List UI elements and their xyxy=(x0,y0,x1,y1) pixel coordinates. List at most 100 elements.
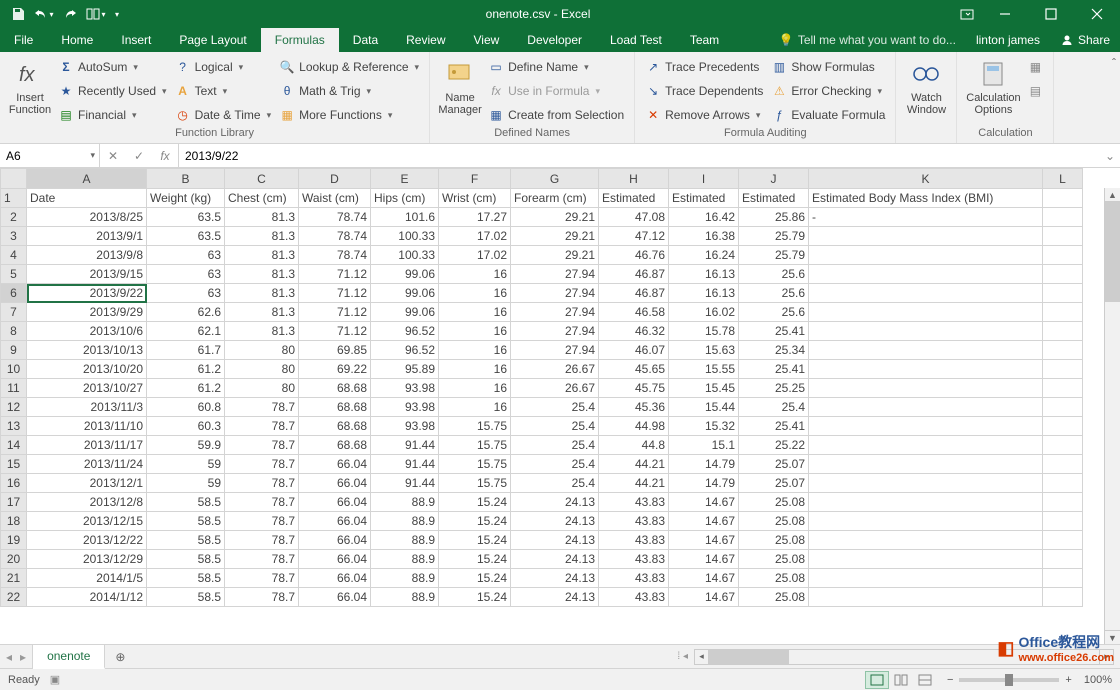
cell[interactable]: 66.04 xyxy=(299,569,371,588)
cell[interactable] xyxy=(1043,189,1083,208)
row-header-7[interactable]: 7 xyxy=(1,303,27,322)
cell[interactable]: 24.13 xyxy=(511,512,599,531)
cell[interactable]: 29.21 xyxy=(511,208,599,227)
cell[interactable]: 25.4 xyxy=(511,455,599,474)
cell[interactable]: 16.13 xyxy=(669,284,739,303)
cell[interactable]: 101.6 xyxy=(371,208,439,227)
col-header-B[interactable]: B xyxy=(147,169,225,189)
tab-file[interactable]: File xyxy=(0,28,47,52)
cell[interactable]: 81.3 xyxy=(225,322,299,341)
cell[interactable]: 14.67 xyxy=(669,531,739,550)
cell[interactable] xyxy=(1043,303,1083,322)
cell[interactable]: 25.22 xyxy=(739,436,809,455)
cell[interactable]: 58.5 xyxy=(147,531,225,550)
cell[interactable]: 2013/11/24 xyxy=(27,455,147,474)
redo-button[interactable] xyxy=(58,3,82,25)
cell[interactable]: Estimated xyxy=(669,189,739,208)
cell[interactable] xyxy=(809,588,1043,607)
trace-precedents-button[interactable]: ↗Trace Precedents xyxy=(641,56,767,78)
cell[interactable]: 66.04 xyxy=(299,455,371,474)
calc-sheet-button[interactable]: ▤ xyxy=(1023,80,1047,102)
logical-button[interactable]: ?Logical▾ xyxy=(171,56,276,78)
cell[interactable] xyxy=(809,569,1043,588)
select-all[interactable] xyxy=(1,169,27,189)
cell[interactable]: 47.12 xyxy=(599,227,669,246)
row-header-17[interactable]: 17 xyxy=(1,493,27,512)
cell[interactable] xyxy=(1043,474,1083,493)
cell[interactable]: 2013/8/25 xyxy=(27,208,147,227)
cell[interactable]: 63.5 xyxy=(147,227,225,246)
cell[interactable]: 2013/12/22 xyxy=(27,531,147,550)
cell[interactable]: 71.12 xyxy=(299,322,371,341)
row-header-1[interactable]: 1 xyxy=(1,189,27,208)
enter-button[interactable]: ✓ xyxy=(126,144,152,167)
cell[interactable]: 2013/9/22 xyxy=(27,284,147,303)
cell[interactable]: 68.68 xyxy=(299,379,371,398)
row-header-8[interactable]: 8 xyxy=(1,322,27,341)
cell[interactable]: 15.24 xyxy=(439,569,511,588)
cell[interactable]: 96.52 xyxy=(371,341,439,360)
row-header-4[interactable]: 4 xyxy=(1,246,27,265)
col-header-H[interactable]: H xyxy=(599,169,669,189)
page-break-view-button[interactable] xyxy=(913,671,937,689)
cell[interactable]: 16 xyxy=(439,284,511,303)
cell[interactable]: Forearm (cm) xyxy=(511,189,599,208)
cell[interactable] xyxy=(1043,550,1083,569)
cell[interactable]: 78.74 xyxy=(299,208,371,227)
cell[interactable]: 80 xyxy=(225,379,299,398)
cell[interactable]: 16 xyxy=(439,265,511,284)
cell[interactable]: 63 xyxy=(147,265,225,284)
cell[interactable] xyxy=(1043,569,1083,588)
cell[interactable]: 59 xyxy=(147,455,225,474)
tab-developer[interactable]: Developer xyxy=(513,28,596,52)
cell[interactable]: 71.12 xyxy=(299,284,371,303)
cell[interactable] xyxy=(809,417,1043,436)
cell[interactable]: 25.25 xyxy=(739,379,809,398)
row-header-14[interactable]: 14 xyxy=(1,436,27,455)
cell[interactable]: 80 xyxy=(225,341,299,360)
cell[interactable]: 46.32 xyxy=(599,322,669,341)
cell[interactable]: 88.9 xyxy=(371,550,439,569)
cell[interactable]: 46.76 xyxy=(599,246,669,265)
cell[interactable] xyxy=(809,360,1043,379)
close-button[interactable] xyxy=(1074,0,1120,28)
cell[interactable]: 61.7 xyxy=(147,341,225,360)
financial-button[interactable]: ▤Financial▾ xyxy=(54,104,171,126)
cell[interactable]: 17.27 xyxy=(439,208,511,227)
normal-view-button[interactable] xyxy=(865,671,889,689)
zoom-slider[interactable] xyxy=(959,678,1059,682)
cell[interactable]: 45.65 xyxy=(599,360,669,379)
name-manager-button[interactable]: Name Manager xyxy=(436,54,484,127)
chevron-down-icon[interactable]: ▾ xyxy=(90,150,95,161)
cell[interactable] xyxy=(1043,512,1083,531)
evaluate-formula-button[interactable]: ƒEvaluate Formula xyxy=(767,104,889,126)
cell[interactable]: 29.21 xyxy=(511,227,599,246)
cell[interactable]: 27.94 xyxy=(511,341,599,360)
cell[interactable]: 61.2 xyxy=(147,379,225,398)
cell[interactable]: 16 xyxy=(439,322,511,341)
trace-dependents-button[interactable]: ↘Trace Dependents xyxy=(641,80,767,102)
tab-team[interactable]: Team xyxy=(676,28,733,52)
cell[interactable]: Date xyxy=(27,189,147,208)
cell[interactable]: 24.13 xyxy=(511,588,599,607)
cell[interactable]: 81.3 xyxy=(225,246,299,265)
macro-record-button[interactable]: ▣ xyxy=(50,673,60,686)
cell[interactable]: 43.83 xyxy=(599,531,669,550)
tab-formulas[interactable]: Formulas xyxy=(261,28,339,52)
cell[interactable]: 78.74 xyxy=(299,227,371,246)
cell[interactable] xyxy=(1043,208,1083,227)
cell[interactable] xyxy=(1043,417,1083,436)
cell[interactable]: 78.7 xyxy=(225,588,299,607)
text-button[interactable]: AText▾ xyxy=(171,80,276,102)
name-box[interactable]: ▾ xyxy=(0,144,100,167)
cell[interactable]: 24.13 xyxy=(511,569,599,588)
cell[interactable]: 25.4 xyxy=(511,474,599,493)
cell[interactable]: 15.75 xyxy=(439,417,511,436)
calculation-options-button[interactable]: Calculation Options xyxy=(963,54,1023,127)
cell[interactable]: Wrist (cm) xyxy=(439,189,511,208)
cell[interactable]: 15.24 xyxy=(439,531,511,550)
cell[interactable]: 15.55 xyxy=(669,360,739,379)
cell[interactable]: 27.94 xyxy=(511,284,599,303)
row-header-9[interactable]: 9 xyxy=(1,341,27,360)
row-header-18[interactable]: 18 xyxy=(1,512,27,531)
